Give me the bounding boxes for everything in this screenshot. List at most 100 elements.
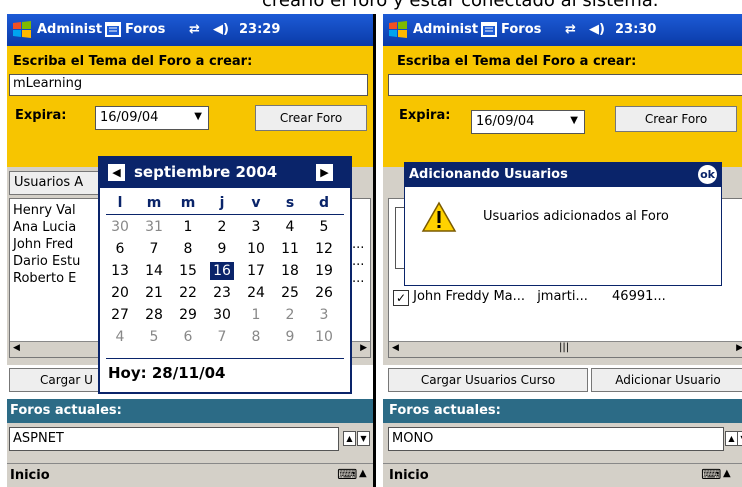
calendar-day[interactable]: 21 <box>142 284 166 302</box>
calendar-day[interactable]: 20 <box>108 284 132 302</box>
start-menu[interactable]: Inicio <box>10 468 50 483</box>
calendar-day[interactable]: 18 <box>278 262 302 280</box>
keyboard-icon[interactable]: ⌨ <box>337 467 357 483</box>
scroll-down-icon[interactable]: ▼ <box>357 431 370 446</box>
volume-icon[interactable]: ◀) <box>213 22 229 37</box>
calendar-day[interactable]: 10 <box>312 328 336 346</box>
calendar-day[interactable]: 22 <box>176 284 200 302</box>
calendar-day[interactable]: 23 <box>210 284 234 302</box>
calendar-day[interactable]: 1 <box>176 218 200 236</box>
calendar-day[interactable]: 15 <box>176 262 200 280</box>
calendar-day[interactable]: 26 <box>312 284 336 302</box>
calendar-day[interactable]: 5 <box>312 218 336 236</box>
expira-date-combo[interactable]: 16/09/04 ▼ <box>95 106 209 130</box>
connectivity-icon[interactable]: ⇄ <box>565 22 576 37</box>
ok-button[interactable]: ok <box>698 165 717 184</box>
weekday-label: m <box>180 195 196 211</box>
forum-selector[interactable]: MONO <box>388 427 724 451</box>
weekday-label: l <box>117 195 123 211</box>
calendar-day[interactable]: 19 <box>312 262 336 280</box>
calendar-today[interactable]: Hoy: 28/11/04 <box>108 364 225 382</box>
calendar-day[interactable]: 4 <box>108 328 132 346</box>
title-bar: Administ Foros ⇄ ◀) 23:29 <box>7 14 373 46</box>
calendar-day[interactable]: 16 <box>210 262 234 280</box>
calendar-day[interactable]: 1 <box>244 306 268 324</box>
load-course-users-button[interactable]: Cargar Usuarios Curso <box>388 368 588 392</box>
calendar-day[interactable]: 2 <box>210 218 234 236</box>
calendar-day[interactable]: 3 <box>244 218 268 236</box>
calendar-day[interactable]: 31 <box>142 218 166 236</box>
add-user-button[interactable]: Adicionar Usuario <box>591 368 742 392</box>
windows-start-icon[interactable] <box>11 19 33 41</box>
topic-input[interactable] <box>388 74 742 96</box>
left-device-screen: Administ Foros ⇄ ◀) 23:29 Escriba el Tem… <box>7 14 373 487</box>
prev-month-icon[interactable]: ◀ <box>108 164 125 181</box>
scroll-thumb-grip-icon[interactable]: ||| <box>559 342 569 353</box>
next-month-icon[interactable]: ▶ <box>316 164 333 181</box>
scroll-right-icon[interactable]: ▶ <box>736 343 742 353</box>
scroll-left-icon[interactable]: ◀ <box>392 343 399 353</box>
calendar-day[interactable]: 6 <box>108 240 132 258</box>
list-item[interactable]: Ana Lucia <box>13 219 80 236</box>
expira-date-combo[interactable]: 16/09/04 ▼ <box>471 110 585 134</box>
list-item[interactable]: Henry Val <box>13 202 80 219</box>
calendar-day[interactable]: 30 <box>108 218 132 236</box>
forum-selector[interactable]: ASPNET <box>9 427 339 451</box>
calendar-day[interactable]: 8 <box>244 328 268 346</box>
calendar-day[interactable]: 6 <box>176 328 200 346</box>
volume-icon[interactable]: ◀) <box>589 22 605 37</box>
keyboard-icon[interactable]: ⌨ <box>701 467 721 483</box>
list-item[interactable]: Roberto E <box>13 270 80 287</box>
calendar-day[interactable]: 14 <box>142 262 166 280</box>
calendar-day[interactable]: 8 <box>176 240 200 258</box>
calendar-day[interactable]: 28 <box>142 306 166 324</box>
calendar-month: septiembre 2004 <box>134 163 278 181</box>
calendar-day[interactable]: 7 <box>210 328 234 346</box>
clock-text: 23:29 <box>239 22 281 37</box>
chevron-down-icon: ▼ <box>570 115 578 126</box>
calendar-day[interactable]: 17 <box>244 262 268 280</box>
windows-start-icon[interactable] <box>387 19 409 41</box>
calendar-day[interactable]: 11 <box>278 240 302 258</box>
forums-label: Foros actuales: <box>389 403 501 418</box>
connectivity-icon[interactable]: ⇄ <box>189 22 200 37</box>
sip-arrow-icon[interactable]: ▲ <box>359 468 367 479</box>
scroll-down-icon[interactable]: ▼ <box>737 431 742 446</box>
date-picker-calendar[interactable]: ◀ septiembre 2004 ▶ l m m j v s d 30 31 1 2 3 4 5 6 7 8 9… <box>98 156 352 394</box>
create-forum-button[interactable]: Crear Foro <box>255 105 367 131</box>
topic-label: Escriba el Tema del Foro a crear: <box>397 54 637 69</box>
calendar-day[interactable]: 27 <box>108 306 132 324</box>
forums-section-header: Foros actuales: <box>383 399 742 423</box>
list-item[interactable]: ✓ John Freddy Ma... jmarti... 46991... <box>393 289 666 306</box>
sip-arrow-icon[interactable]: ▲ <box>723 468 731 479</box>
calendar-day[interactable]: 7 <box>142 240 166 258</box>
calendar-day[interactable]: 9 <box>278 328 302 346</box>
create-forum-button[interactable]: Crear Foro <box>615 106 737 132</box>
start-menu[interactable]: Inicio <box>389 468 429 483</box>
topic-input[interactable]: mLearning <box>9 74 368 96</box>
calendar-day[interactable]: 24 <box>244 284 268 302</box>
dialog-title: Adicionando Usuarios <box>409 167 568 182</box>
checkbox-checked-icon[interactable]: ✓ <box>393 290 409 306</box>
calendar-day[interactable]: 13 <box>108 262 132 280</box>
calendar-day[interactable]: 9 <box>210 240 234 258</box>
calendar-day[interactable]: 4 <box>278 218 302 236</box>
scroll-up-icon[interactable]: ▲ <box>343 431 356 446</box>
chevron-down-icon: ▼ <box>194 111 202 122</box>
calendar-day[interactable]: 29 <box>176 306 200 324</box>
calendar-day[interactable]: 10 <box>244 240 268 258</box>
calendar-day[interactable]: 3 <box>312 306 336 324</box>
scroll-left-icon[interactable]: ◀ <box>13 343 20 353</box>
calendar-day[interactable]: 2 <box>278 306 302 324</box>
weekday-label: d <box>318 195 330 211</box>
scroll-right-icon[interactable]: ▶ <box>360 343 367 353</box>
list-item[interactable]: Dario Estu <box>13 253 80 270</box>
calendar-day[interactable]: 30 <box>210 306 234 324</box>
horizontal-scrollbar[interactable]: ◀ ||| ▶ <box>389 341 742 357</box>
calendar-day[interactable]: 12 <box>312 240 336 258</box>
calendar-day[interactable]: 5 <box>142 328 166 346</box>
tab-usuarios[interactable]: Usuarios A <box>9 171 109 195</box>
weekday-label: m <box>146 195 162 211</box>
calendar-day[interactable]: 25 <box>278 284 302 302</box>
list-item[interactable]: John Fred <box>13 236 80 253</box>
